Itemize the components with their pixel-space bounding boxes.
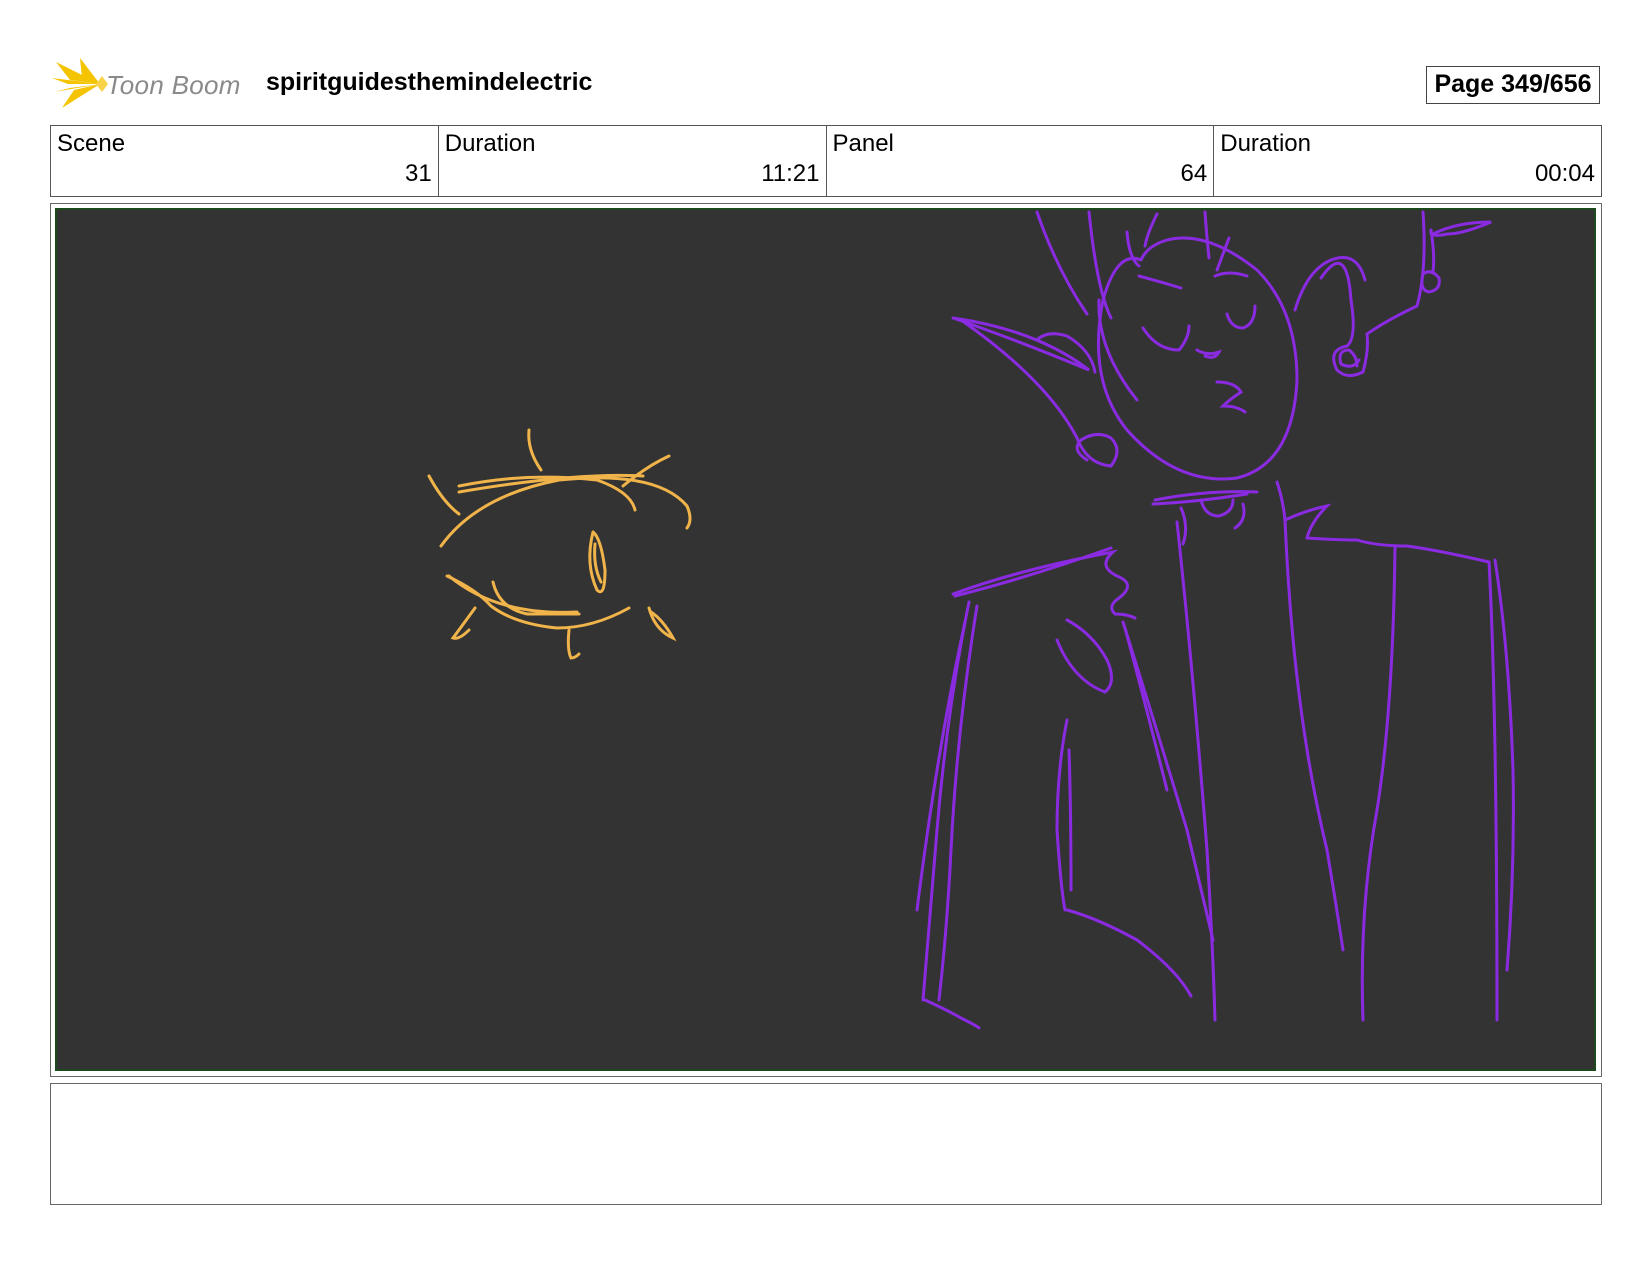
logo-text: Toon Boom <box>106 70 241 100</box>
panel-notes-box <box>50 1083 1602 1205</box>
logo-star-icon <box>52 58 108 108</box>
page-header: Toon Boom spiritguidesthemindelectric Pa… <box>50 52 1602 116</box>
toon-boom-logo: Toon Boom <box>50 56 250 112</box>
panel-duration-label: Duration <box>1220 130 1311 157</box>
project-title: spiritguidesthemindelectric <box>266 68 593 96</box>
panel-info-table: Scene 31 Duration 11:21 Panel 64 Duratio… <box>50 125 1602 197</box>
panel-duration-cell: Duration 00:04 <box>1214 126 1601 196</box>
yellow-creature-sketch <box>427 428 692 660</box>
panel-value: 64 <box>1180 160 1208 187</box>
scene-value: 31 <box>405 160 432 187</box>
panel-cell: Panel 64 <box>827 126 1215 196</box>
scene-cell: Scene 31 <box>51 126 439 196</box>
purple-character-sketch <box>915 210 1515 1030</box>
panel-label: Panel <box>832 130 894 157</box>
scene-duration-label: Duration <box>444 130 536 157</box>
storyboard-panel <box>50 203 1602 1077</box>
scene-duration-value: 11:21 <box>761 160 820 187</box>
sketch-drawing <box>427 210 1515 1030</box>
scene-duration-cell: Duration 11:21 <box>439 126 827 196</box>
scene-label: Scene <box>57 130 126 157</box>
panel-duration-value: 00:04 <box>1534 160 1595 187</box>
page-indicator: Page 349/656 <box>1426 66 1600 104</box>
panel-drawing <box>55 208 1596 1071</box>
